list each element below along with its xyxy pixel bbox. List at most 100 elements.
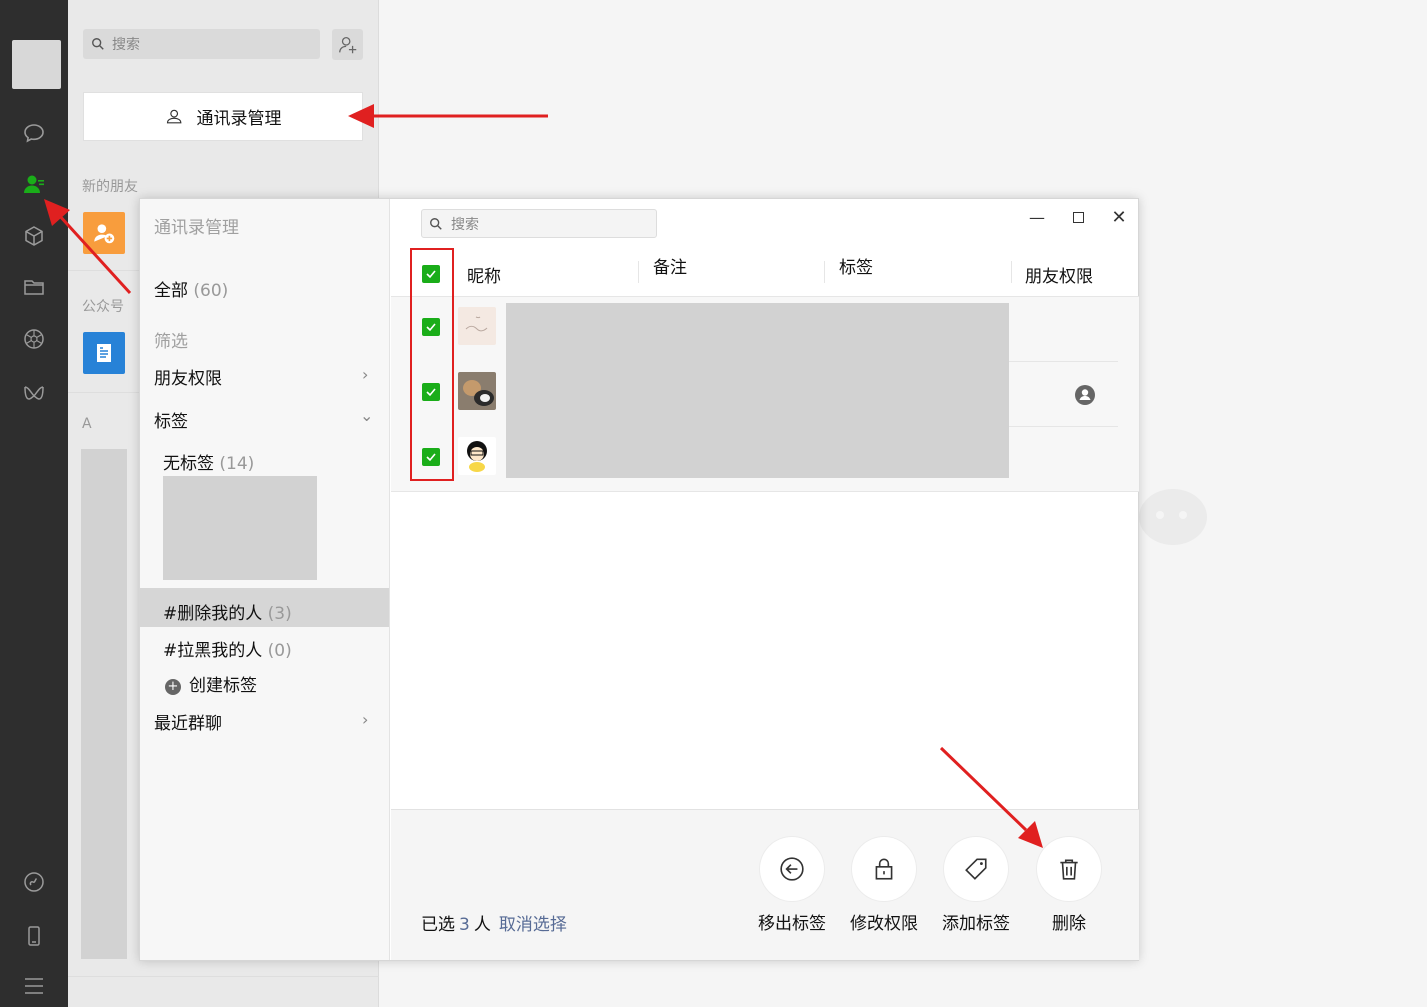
row-divider bbox=[1008, 426, 1118, 427]
search-icon bbox=[430, 217, 442, 230]
column-divider bbox=[824, 261, 825, 283]
delete-label: 删除 bbox=[1052, 914, 1086, 934]
add-contact-button[interactable] bbox=[332, 29, 363, 60]
mini-program-icon[interactable] bbox=[20, 379, 48, 407]
search-placeholder: 搜索 bbox=[112, 37, 140, 53]
official-accounts-label: 公众号 bbox=[82, 299, 124, 315]
tag-no-tag[interactable]: 无标签 (14) bbox=[163, 449, 254, 474]
selected-count: 3 bbox=[459, 915, 470, 935]
official-account-icon bbox=[97, 344, 111, 362]
maximize-button[interactable] bbox=[1063, 203, 1093, 231]
selected-prefix: 已选 bbox=[421, 915, 455, 935]
delete-circle[interactable] bbox=[1037, 837, 1101, 901]
add-tag-button[interactable]: 添加标签 bbox=[936, 837, 1016, 934]
new-friends-label: 新的朋友 bbox=[82, 179, 138, 195]
window-title: 通讯录管理 bbox=[154, 218, 239, 238]
modal-search-input[interactable]: 搜索 bbox=[421, 209, 657, 238]
tag-deleted-me-label: #删除我的人 bbox=[163, 604, 263, 624]
redacted-contact-list bbox=[81, 449, 127, 959]
tag-deleted-me[interactable]: #删除我的人 (3) bbox=[163, 599, 292, 624]
contact-search-input[interactable]: 搜索 bbox=[83, 29, 320, 59]
tag-blocked-me-label: #拉黑我的人 bbox=[163, 641, 263, 661]
new-friend-icon bbox=[94, 224, 115, 244]
column-remark[interactable]: 备注 bbox=[653, 253, 687, 278]
filter-friend-permission[interactable]: 朋友权限 bbox=[154, 364, 222, 389]
index-letter: A bbox=[82, 416, 92, 432]
menu-icon[interactable] bbox=[20, 972, 48, 1000]
selected-suffix: 人 bbox=[473, 915, 491, 935]
maximize-icon bbox=[1072, 211, 1084, 223]
contacts-manage-icon bbox=[166, 109, 181, 123]
remove-tag-button[interactable]: 移出标签 bbox=[752, 837, 832, 934]
official-accounts-item[interactable] bbox=[83, 332, 125, 374]
contacts-manage-label: 通讯录管理 bbox=[196, 109, 282, 129]
close-button[interactable]: ✕ bbox=[1104, 203, 1134, 231]
plus-icon: + bbox=[165, 679, 181, 695]
remove-tag-label: 移出标签 bbox=[758, 914, 826, 934]
contact-avatar bbox=[458, 437, 496, 475]
arrow-left-circle-icon bbox=[780, 857, 804, 881]
divider bbox=[68, 976, 379, 977]
create-tag-button[interactable]: + 创建标签 bbox=[165, 671, 257, 696]
table-header: 昵称 备注 标签 朋友权限 bbox=[391, 247, 1139, 297]
column-nickname[interactable]: 昵称 bbox=[467, 262, 501, 287]
row-divider bbox=[1008, 361, 1118, 362]
moments-icon[interactable] bbox=[20, 325, 48, 353]
filter-all-count: (60) bbox=[193, 281, 229, 301]
tag-no-tag-count: (14) bbox=[219, 454, 255, 474]
contact-avatar bbox=[458, 307, 496, 345]
modify-permission-label: 修改权限 bbox=[850, 914, 918, 934]
add-user-icon bbox=[338, 36, 356, 53]
filter-all-label: 全部 bbox=[154, 281, 188, 301]
modify-permission-button[interactable]: 修改权限 bbox=[844, 837, 924, 934]
tag-blocked-me-count: (0) bbox=[267, 641, 292, 661]
phone-link-icon[interactable] bbox=[20, 868, 48, 896]
filter-recent-groups[interactable]: 最近群聊 bbox=[154, 709, 222, 734]
lock-icon bbox=[875, 858, 893, 880]
column-divider bbox=[638, 261, 639, 283]
tag-deleted-me-count: (3) bbox=[267, 604, 292, 624]
filter-all[interactable]: 全部 (60) bbox=[154, 276, 228, 301]
filter-tags[interactable]: 标签 bbox=[154, 407, 188, 432]
tag-icon bbox=[965, 858, 987, 880]
user-avatar[interactable] bbox=[12, 40, 61, 89]
new-friends-item[interactable] bbox=[83, 212, 125, 254]
trash-icon bbox=[1060, 859, 1078, 880]
favorites-icon[interactable] bbox=[20, 222, 48, 250]
permission-user-icon bbox=[1075, 385, 1095, 405]
cancel-selection-link[interactable]: 取消选择 bbox=[499, 915, 567, 935]
contacts-icon[interactable] bbox=[20, 170, 48, 198]
checkbox-highlight-box bbox=[410, 248, 454, 481]
navigation-rail bbox=[0, 0, 68, 1007]
column-friend-permission[interactable]: 朋友权限 bbox=[1025, 262, 1093, 287]
minimize-button[interactable]: — bbox=[1022, 203, 1052, 231]
contacts-manage-button[interactable]: 通讯录管理 bbox=[83, 92, 363, 141]
delete-button[interactable]: 删除 bbox=[1029, 837, 1109, 934]
tag-blocked-me[interactable]: #拉黑我的人 (0) bbox=[163, 636, 292, 661]
modify-permission-circle[interactable] bbox=[852, 837, 916, 901]
selection-summary: 已选 3 人取消选择 bbox=[421, 910, 567, 935]
filter-heading: 筛选 bbox=[154, 332, 188, 352]
create-tag-label: 创建标签 bbox=[189, 676, 257, 696]
modal-search-placeholder: 搜索 bbox=[451, 216, 479, 233]
mobile-icon[interactable] bbox=[20, 922, 48, 950]
add-tag-circle[interactable] bbox=[944, 837, 1008, 901]
add-tag-label: 添加标签 bbox=[942, 914, 1010, 934]
chevron-down-icon: ⌄ bbox=[360, 406, 374, 425]
action-footer: 已选 3 人取消选择 移出标签 修改权限 添加标签 删除 bbox=[391, 809, 1139, 960]
chat-icon[interactable] bbox=[20, 119, 48, 147]
folder-icon[interactable] bbox=[20, 273, 48, 301]
redacted-tag-list bbox=[163, 476, 317, 580]
search-icon bbox=[92, 38, 104, 50]
chevron-right-icon: › bbox=[362, 710, 369, 729]
column-divider bbox=[1011, 261, 1012, 283]
contacts-manager-window: 通讯录管理 全部 (60) 筛选 朋友权限 › 标签 ⌄ 无标签 (14) #删… bbox=[139, 198, 1139, 961]
redacted-contact-details bbox=[506, 303, 1009, 478]
contact-avatar bbox=[458, 372, 496, 410]
filter-menu: 通讯录管理 全部 (60) 筛选 朋友权限 › 标签 ⌄ 无标签 (14) #删… bbox=[140, 199, 390, 960]
chevron-right-icon: › bbox=[362, 365, 369, 384]
row-divider bbox=[391, 491, 1139, 492]
column-tags[interactable]: 标签 bbox=[839, 253, 873, 278]
remove-tag-circle[interactable] bbox=[760, 837, 824, 901]
tag-no-tag-label: 无标签 bbox=[163, 454, 214, 474]
